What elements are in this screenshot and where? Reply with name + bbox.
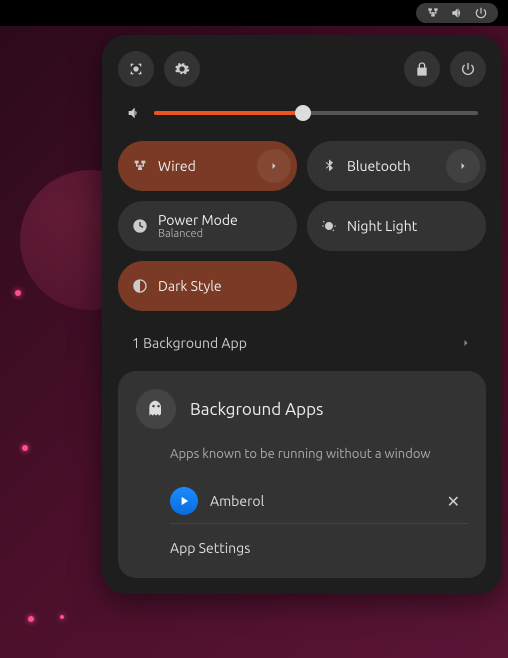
bluetooth-icon (321, 158, 337, 174)
wallpaper-dot (15, 290, 21, 296)
dark-style-icon (132, 278, 148, 294)
screenshot-button[interactable] (118, 51, 154, 87)
dark-style-label: Dark Style (158, 278, 291, 294)
chevron-right-icon (457, 160, 469, 172)
power-mode-sublabel: Balanced (158, 228, 291, 240)
bluetooth-toggle[interactable]: Bluetooth (307, 141, 486, 191)
background-apps-header: Background Apps (136, 389, 468, 429)
volume-slider[interactable] (154, 111, 478, 115)
system-status-area[interactable] (416, 3, 498, 23)
chevron-right-icon (460, 337, 472, 349)
wired-submenu-button[interactable] (257, 149, 291, 183)
ghost-icon (136, 389, 176, 429)
volume-slider-thumb[interactable] (295, 105, 311, 121)
background-apps-summary: 1 Background App (132, 335, 247, 351)
night-light-icon (321, 218, 337, 234)
wired-label: Wired (158, 158, 247, 174)
bluetooth-submenu-button[interactable] (446, 149, 480, 183)
app-settings-button[interactable]: App Settings (170, 524, 468, 560)
power-mode-icon (132, 218, 148, 234)
bluetooth-label: Bluetooth (347, 158, 436, 174)
wallpaper-dot (28, 616, 34, 622)
quick-toggles: Wired Bluetooth Power Mode Balanced Nigh… (118, 141, 486, 311)
night-light-label: Night Light (347, 218, 480, 234)
power-mode-toggle[interactable]: Power Mode Balanced (118, 201, 297, 251)
power-icon (474, 6, 488, 20)
volume-slider-fill (154, 111, 303, 115)
system-menu-panel: Wired Bluetooth Power Mode Balanced Nigh… (102, 35, 502, 594)
lock-button[interactable] (404, 51, 440, 87)
chevron-right-icon (268, 160, 280, 172)
dark-style-toggle[interactable]: Dark Style (118, 261, 297, 311)
power-button[interactable] (450, 51, 486, 87)
network-wired-icon (426, 6, 440, 20)
top-menubar (0, 0, 508, 26)
amberol-app-icon (170, 487, 198, 515)
wired-toggle[interactable]: Wired (118, 141, 297, 191)
background-apps-description: Apps known to be running without a windo… (170, 445, 468, 463)
settings-button[interactable] (164, 51, 200, 87)
volume-icon (450, 6, 464, 20)
volume-icon (126, 105, 142, 121)
network-wired-icon (132, 158, 148, 174)
wallpaper-dot (60, 615, 64, 619)
close-app-button[interactable]: ✕ (439, 488, 468, 515)
background-apps-title: Background Apps (190, 400, 323, 419)
night-light-toggle[interactable]: Night Light (307, 201, 486, 251)
background-app-name: Amberol (210, 493, 427, 509)
panel-header (118, 51, 486, 87)
wallpaper-dot (22, 445, 28, 451)
background-app-item: Amberol ✕ (170, 479, 468, 524)
power-mode-label: Power Mode (158, 212, 291, 228)
background-apps-row[interactable]: 1 Background App (118, 325, 486, 361)
volume-row (118, 105, 486, 121)
background-apps-card: Background Apps Apps known to be running… (118, 371, 486, 578)
